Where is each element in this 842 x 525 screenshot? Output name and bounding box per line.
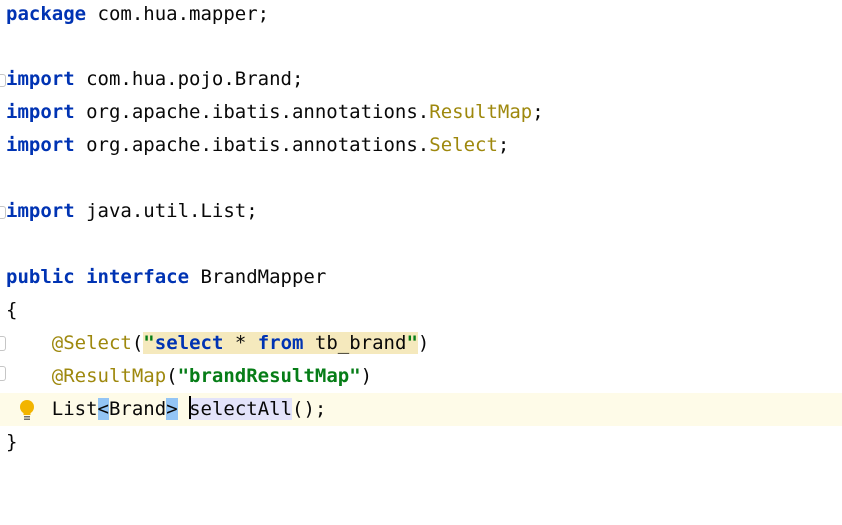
keyword-package: package <box>6 3 87 25</box>
generic-type: Brand <box>108 398 167 420</box>
annotation-select: @Select <box>51 332 132 354</box>
sql-keyword-select: select <box>154 332 224 354</box>
annotation-resultmap: @ResultMap <box>51 365 167 387</box>
return-type: List <box>51 398 98 420</box>
paren-open: ( <box>166 365 178 387</box>
code-line-9[interactable]: public interface BrandMapper <box>0 261 842 294</box>
generic-open-bracket: < <box>97 398 109 420</box>
code-line-11[interactable]: @Select("select * from tb_brand") <box>0 327 842 360</box>
paren-close: ) <box>360 365 373 387</box>
code-line-12[interactable]: @ResultMap("brandResultMap") <box>0 360 842 393</box>
import-path: com.hua.pojo.Brand; <box>74 68 304 90</box>
resultmap-string: "brandResultMap" <box>177 365 361 387</box>
code-line-5[interactable]: import org.apache.ibatis.annotations.Sel… <box>0 129 842 162</box>
keyword-public: public <box>6 266 75 288</box>
keyword-import: import <box>6 68 75 90</box>
semicolon: ; <box>532 101 544 123</box>
keyword-interface: interface <box>86 266 190 288</box>
interface-name: BrandMapper <box>189 266 327 288</box>
import-path: org.apache.ibatis.annotations. <box>74 134 430 156</box>
keyword-import: import <box>6 134 75 156</box>
sql-string[interactable]: "select * from tb_brand" <box>143 332 418 354</box>
quote: " <box>143 332 155 354</box>
code-line-13-current[interactable]: List<Brand> selectAll(); <box>0 393 842 426</box>
method-parens: (); <box>292 398 327 420</box>
generic-close-bracket: > <box>166 398 178 420</box>
paren-open: ( <box>131 332 144 354</box>
sql-table: tb_brand <box>303 332 407 354</box>
code-line-4[interactable]: import org.apache.ibatis.annotations.Res… <box>0 96 842 129</box>
code-line-7[interactable]: import java.util.List; <box>0 195 842 228</box>
code-editor[interactable]: package com.hua.mapper; import com.hua.p… <box>0 0 842 511</box>
code-line-14[interactable]: } <box>0 426 842 459</box>
import-path: java.util.List; <box>74 200 258 222</box>
sql-keyword-from: from <box>257 332 304 354</box>
quote: " <box>406 332 418 354</box>
keyword-import: import <box>6 200 75 222</box>
code-line-3[interactable]: import com.hua.pojo.Brand; <box>0 63 842 96</box>
paren-close: ) <box>417 332 430 354</box>
method-name[interactable]: selectAll <box>189 396 293 420</box>
import-class-select: Select <box>429 134 498 156</box>
open-brace: { <box>6 299 18 321</box>
import-path: org.apache.ibatis.annotations. <box>74 101 430 123</box>
sql-text: * <box>223 332 258 354</box>
code-line-1[interactable]: package com.hua.mapper; <box>0 0 842 31</box>
import-class-resultmap: ResultMap <box>429 101 533 123</box>
package-name: com.hua.mapper; <box>86 3 270 25</box>
code-line-10[interactable]: { <box>0 294 842 327</box>
close-brace: } <box>6 431 18 453</box>
semicolon: ; <box>497 134 510 156</box>
method-name-text: selectAll <box>189 398 293 420</box>
keyword-import: import <box>6 101 75 123</box>
